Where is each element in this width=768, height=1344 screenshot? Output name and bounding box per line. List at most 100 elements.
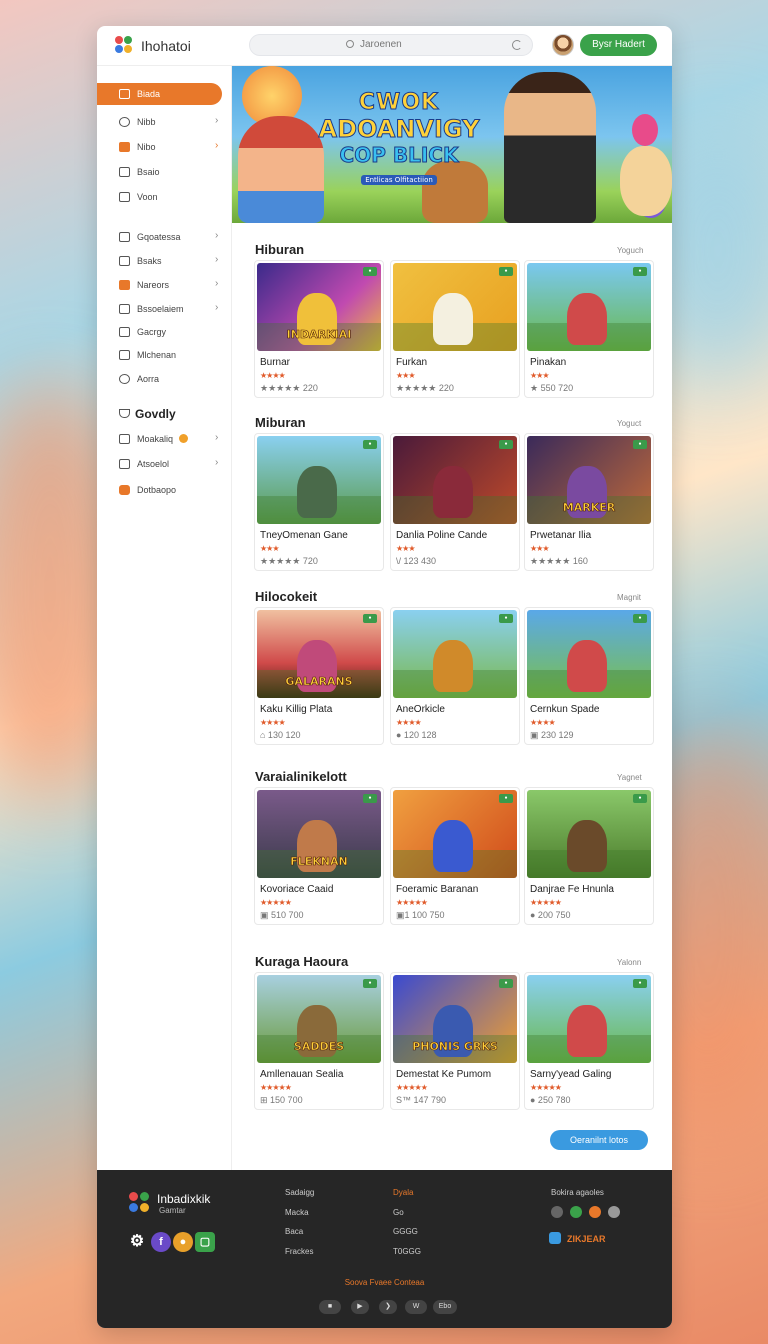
sidebar-group2-item-0[interactable]: Gqoatessa › [97, 226, 232, 248]
sidebar-group3-item-0[interactable]: Moakaliq › [97, 428, 232, 450]
game-meta: ● 120 128 [396, 730, 437, 740]
sidebar-group2-item-3[interactable]: Bssoelaiem › [97, 298, 232, 320]
footer-link[interactable]: Macka [285, 1208, 309, 1217]
footer-link[interactable]: GGGG [393, 1227, 418, 1236]
sidebar-item-2[interactable]: Nibo › [97, 136, 232, 158]
footer-link[interactable]: Frackes [285, 1247, 313, 1256]
game-thumbnail: ● PHONIS GRKS [393, 975, 517, 1063]
sidebar-heading-label: Govdly [135, 407, 176, 421]
wide-button[interactable]: W [405, 1300, 427, 1314]
sidebar-group2-item-1[interactable]: Bsaks › [97, 250, 232, 272]
sidebar-item-label: Gqoatessa [137, 232, 181, 242]
footer-link[interactable]: T0GGG [393, 1247, 421, 1256]
gear-icon[interactable]: ⚙ [127, 1232, 147, 1252]
chevron-right-icon: › [215, 254, 219, 265]
game-thumbnail: ● [527, 790, 651, 878]
grid-icon [119, 256, 130, 266]
clock-icon [119, 374, 130, 384]
rating-stars: ★★★★ [396, 718, 422, 727]
game-card[interactable]: ● PHONIS GRKS Demestat Ke Pumom ★★★★★ S™ 147… [390, 972, 520, 1110]
game-card[interactable]: ● Foeramic Baranan ★★★★★ ▣1 100 750 [390, 787, 520, 925]
game-name: TneyOmenan Gane [260, 530, 348, 541]
extra-button[interactable]: Ebo [433, 1300, 457, 1314]
game-meta: ★★★★★ 160 [530, 556, 588, 566]
sidebar-item-0[interactable]: Biada [97, 83, 222, 105]
section-see-all-link[interactable]: Yalonn [617, 958, 641, 967]
game-thumbnail: ● [393, 610, 517, 698]
sidebar-item-3[interactable]: Bsaio [97, 161, 232, 183]
list-icon [119, 167, 130, 177]
chevron-right-icon: › [215, 115, 219, 126]
social-icon[interactable] [551, 1206, 563, 1218]
stop-button[interactable]: ■ [319, 1300, 341, 1314]
game-thumbnail: ● MARKER [527, 436, 651, 524]
footer-link[interactable]: Baca [285, 1227, 303, 1236]
thumb-title: FLEKNAN [290, 855, 348, 869]
game-icon[interactable]: ● [173, 1232, 193, 1252]
footer-link[interactable]: Sadaigg [285, 1188, 314, 1197]
sidebar-item-4[interactable]: Voon [97, 186, 232, 208]
footer-link[interactable]: Go [393, 1208, 404, 1217]
footer-link[interactable]: Dyala [393, 1188, 413, 1197]
game-card[interactable]: ● GALARANS Kaku Killig Plata ★★★★ ⌂ 130 120 [254, 607, 384, 745]
footer-badge: ZIKJEAR [567, 1234, 606, 1244]
game-card[interactable]: ● Cernkun Spade ★★★★ ▣ 230 129 [524, 607, 654, 745]
game-card[interactable]: ● SADDES Amllenauan Sealia ★★★★★ ⊞ 150 700 [254, 972, 384, 1110]
social-icon[interactable] [608, 1206, 620, 1218]
rating-stars: ★★★ [260, 544, 279, 553]
search-input[interactable]: Jaroenen [249, 34, 533, 56]
app-logo[interactable]: Ihohatoi [115, 36, 191, 56]
game-card[interactable]: ● TneyOmenan Gane ★★★ ★★★★★ 720 [254, 433, 384, 571]
section-see-all-link[interactable]: Yagnet [617, 773, 642, 782]
game-card[interactable]: ● INDARKIAI Burnar ★★★★ ★★★★★ 220 [254, 260, 384, 398]
game-card[interactable]: ● FLEKNAN Kovoriace Caaid ★★★★★ ▣ 510 700 [254, 787, 384, 925]
facebook-icon[interactable]: f [151, 1232, 171, 1252]
game-meta: ▣1 100 750 [396, 910, 445, 920]
rating-stars: ★★★★★ [396, 898, 428, 907]
social-icon[interactable] [589, 1206, 601, 1218]
game-name: Burnar [260, 357, 291, 368]
game-thumbnail: ● GALARANS [257, 610, 381, 698]
age-badge: ● [363, 979, 377, 988]
sidebar-group3-item-2[interactable]: Dotbaopo [97, 479, 232, 501]
hero-banner[interactable]: CWOK ADOANVIGY COP BLICK Entlicas Olfita… [232, 66, 672, 223]
section-title: Varaialinikelott [255, 769, 347, 784]
sidebar-group3-item-1[interactable]: Atsoelol › [97, 453, 232, 475]
more-button[interactable]: Oeranilnt lotos [550, 1130, 648, 1150]
social-icon[interactable] [570, 1206, 582, 1218]
sidebar-item-label: Gacrgy [137, 327, 167, 337]
sidebar-group2-item-4[interactable]: Gacrgy [97, 321, 232, 343]
game-icon [119, 142, 130, 152]
game-card[interactable]: ● Pinakan ★★★ ★ 550 720 [524, 260, 654, 398]
footer-col-title: Bokira agaoles [551, 1188, 604, 1197]
game-name: Kaku Killig Plata [260, 704, 333, 715]
section-see-all-link[interactable]: Magnit [617, 593, 641, 602]
sidebar-group2-item-6[interactable]: Aorra [97, 368, 232, 390]
search-placeholder: Jaroenen [360, 39, 402, 50]
hero-title-line: COP BLICK [339, 143, 459, 168]
game-card[interactable]: ● Sarny'yead Galing ★★★★★ ● 250 780 [524, 972, 654, 1110]
avatar[interactable] [552, 34, 574, 56]
rating-stars: ★★★ [396, 544, 415, 553]
cup-icon [119, 409, 130, 418]
game-card[interactable]: ● Danlia Poline Cande ★★★ \/ 123 430 [390, 433, 520, 571]
chat-icon[interactable]: ▢ [195, 1232, 215, 1252]
sidebar-group2-item-2[interactable]: Nareors › [97, 274, 232, 296]
game-card[interactable]: ● Furkan ★★★ ★★★★★ 220 [390, 260, 520, 398]
hero-character [504, 72, 596, 223]
play-icon[interactable]: ▶ [351, 1300, 369, 1314]
sidebar-group2-item-5[interactable]: Mlchenan [97, 344, 232, 366]
age-badge: ● [363, 440, 377, 449]
next-icon[interactable]: ❯ [379, 1300, 397, 1314]
play-button[interactable]: Bysr Hadert [580, 34, 657, 56]
section-see-all-link[interactable]: Yoguct [617, 419, 641, 428]
game-meta: ⌂ 130 120 [260, 730, 301, 740]
game-card[interactable]: ● Danjrae Fe Hnunla ★★★★★ ● 200 750 [524, 787, 654, 925]
thumb-character [433, 640, 473, 692]
sidebar-item-1[interactable]: Nibb › [97, 111, 232, 133]
section-see-all-link[interactable]: Yoguch [617, 246, 643, 255]
game-card[interactable]: ● AneOrkicle ★★★★ ● 120 128 [390, 607, 520, 745]
refresh-icon[interactable] [512, 40, 522, 50]
thumb-title: GALARANS [285, 675, 353, 689]
game-card[interactable]: ● MARKER Prwetanar Ilia ★★★ ★★★★★ 160 [524, 433, 654, 571]
